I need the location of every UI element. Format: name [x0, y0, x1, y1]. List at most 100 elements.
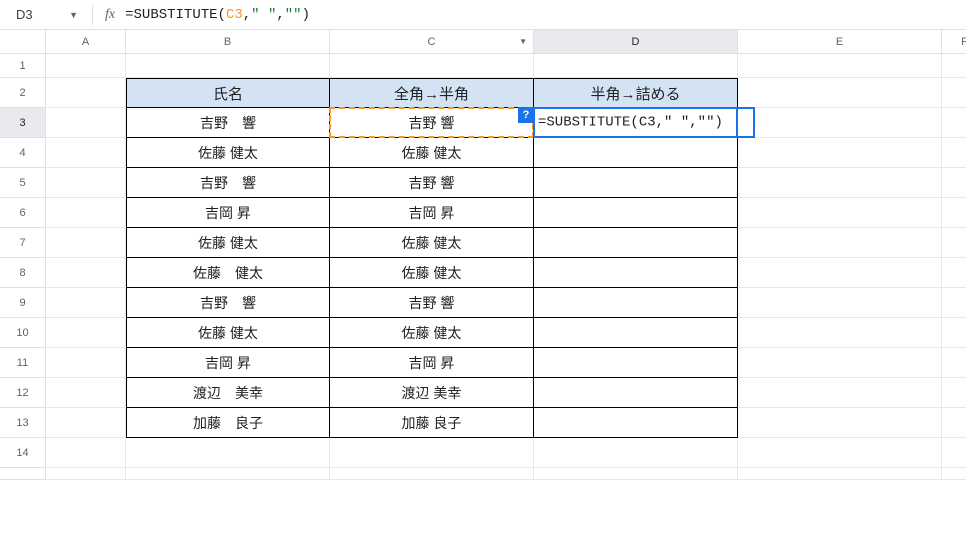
cell-E4[interactable] [738, 138, 942, 168]
row-header-6[interactable]: 6 [0, 198, 46, 228]
row-header-11[interactable]: 11 [0, 348, 46, 378]
cell-B3[interactable]: 吉野 響 [126, 108, 330, 138]
cell-A11[interactable] [46, 348, 126, 378]
cell-F13[interactable] [942, 408, 966, 438]
cell-D15[interactable] [534, 468, 738, 480]
cell-D4[interactable] [534, 138, 738, 168]
cell-A9[interactable] [46, 288, 126, 318]
cell-formula-text[interactable]: =SUBSTITUTE(C3," ","") [536, 108, 725, 137]
cell-A8[interactable] [46, 258, 126, 288]
cell-E15[interactable] [738, 468, 942, 480]
column-header-A[interactable]: A [46, 30, 126, 54]
column-header-B[interactable]: B [126, 30, 330, 54]
cell-D14[interactable] [534, 438, 738, 468]
row-header-4[interactable]: 4 [0, 138, 46, 168]
cell-E12[interactable] [738, 378, 942, 408]
cell-C10[interactable]: 佐藤 健太 [330, 318, 534, 348]
cell-A7[interactable] [46, 228, 126, 258]
cell-C13[interactable]: 加藤 良子 [330, 408, 534, 438]
cell-F10[interactable] [942, 318, 966, 348]
cell-B15[interactable] [126, 468, 330, 480]
column-header-E[interactable]: E [738, 30, 942, 54]
cell-E1[interactable] [738, 54, 942, 78]
cell-B11[interactable]: 吉岡 昇 [126, 348, 330, 378]
cell-C15[interactable] [330, 468, 534, 480]
cell-D2[interactable]: 半角→詰める [534, 78, 738, 108]
row-header-10[interactable]: 10 [0, 318, 46, 348]
row-header-5[interactable]: 5 [0, 168, 46, 198]
cell-F15[interactable] [942, 468, 966, 480]
cell-C2[interactable]: 全角→半角 [330, 78, 534, 108]
cell-B9[interactable]: 吉野 響 [126, 288, 330, 318]
cell-F9[interactable] [942, 288, 966, 318]
cell-B7[interactable]: 佐藤 健太 [126, 228, 330, 258]
cell-A15[interactable] [46, 468, 126, 480]
row-header-7[interactable]: 7 [0, 228, 46, 258]
cell-B6[interactable]: 吉岡 昇 [126, 198, 330, 228]
cell-E14[interactable] [738, 438, 942, 468]
cell-C5[interactable]: 吉野 響 [330, 168, 534, 198]
cell-C4[interactable]: 佐藤 健太 [330, 138, 534, 168]
cell-E5[interactable] [738, 168, 942, 198]
cell-A2[interactable] [46, 78, 126, 108]
row-header-13[interactable]: 13 [0, 408, 46, 438]
cell-A4[interactable] [46, 138, 126, 168]
cell-F1[interactable] [942, 54, 966, 78]
row-header-9[interactable]: 9 [0, 288, 46, 318]
cell-F3[interactable] [942, 108, 966, 138]
cell-A1[interactable] [46, 54, 126, 78]
cell-D10[interactable] [534, 318, 738, 348]
cell-B10[interactable]: 佐藤 健太 [126, 318, 330, 348]
cell-E3[interactable] [738, 108, 942, 138]
cell-D7[interactable] [534, 228, 738, 258]
cell-A3[interactable] [46, 108, 126, 138]
select-all-corner[interactable] [0, 30, 46, 54]
cell-C11[interactable]: 吉岡 昇 [330, 348, 534, 378]
row-header-2[interactable]: 2 [0, 78, 46, 108]
cell-B2[interactable]: 氏名 [126, 78, 330, 108]
cell-B13[interactable]: 加藤 良子 [126, 408, 330, 438]
cell-F11[interactable] [942, 348, 966, 378]
cell-E6[interactable] [738, 198, 942, 228]
cell-C7[interactable]: 佐藤 健太 [330, 228, 534, 258]
row-header-15[interactable] [0, 468, 46, 480]
column-menu-icon[interactable]: ▼ [519, 30, 527, 54]
cell-D6[interactable] [534, 198, 738, 228]
cell-E10[interactable] [738, 318, 942, 348]
cell-D13[interactable] [534, 408, 738, 438]
row-header-12[interactable]: 12 [0, 378, 46, 408]
cell-C1[interactable] [330, 54, 534, 78]
cell-E2[interactable] [738, 78, 942, 108]
cell-A12[interactable] [46, 378, 126, 408]
cell-E11[interactable] [738, 348, 942, 378]
cell-C14[interactable] [330, 438, 534, 468]
row-header-1[interactable]: 1 [0, 54, 46, 78]
cell-F7[interactable] [942, 228, 966, 258]
cell-A10[interactable] [46, 318, 126, 348]
cell-D3[interactable]: =SUBSTITUTE(C3," ","") [534, 108, 738, 138]
cell-D11[interactable] [534, 348, 738, 378]
cell-D8[interactable] [534, 258, 738, 288]
cell-B14[interactable] [126, 438, 330, 468]
cell-A14[interactable] [46, 438, 126, 468]
cell-B12[interactable]: 渡辺 美幸 [126, 378, 330, 408]
row-header-3[interactable]: 3 [0, 108, 46, 138]
cell-B8[interactable]: 佐藤 健太 [126, 258, 330, 288]
cell-D12[interactable] [534, 378, 738, 408]
cell-D1[interactable] [534, 54, 738, 78]
cell-C9[interactable]: 吉野 響 [330, 288, 534, 318]
row-header-8[interactable]: 8 [0, 258, 46, 288]
cell-F6[interactable] [942, 198, 966, 228]
cell-C12[interactable]: 渡辺 美幸 [330, 378, 534, 408]
cell-E7[interactable] [738, 228, 942, 258]
column-header-C[interactable]: C▼ [330, 30, 534, 54]
cell-F2[interactable] [942, 78, 966, 108]
formula-input[interactable]: =SUBSTITUTE(C3," ","") [125, 7, 310, 23]
cell-F8[interactable] [942, 258, 966, 288]
column-header-F[interactable]: F [942, 30, 966, 54]
cell-A13[interactable] [46, 408, 126, 438]
cell-B4[interactable]: 佐藤 健太 [126, 138, 330, 168]
cell-E9[interactable] [738, 288, 942, 318]
cell-B5[interactable]: 吉野 響 [126, 168, 330, 198]
cell-B1[interactable] [126, 54, 330, 78]
